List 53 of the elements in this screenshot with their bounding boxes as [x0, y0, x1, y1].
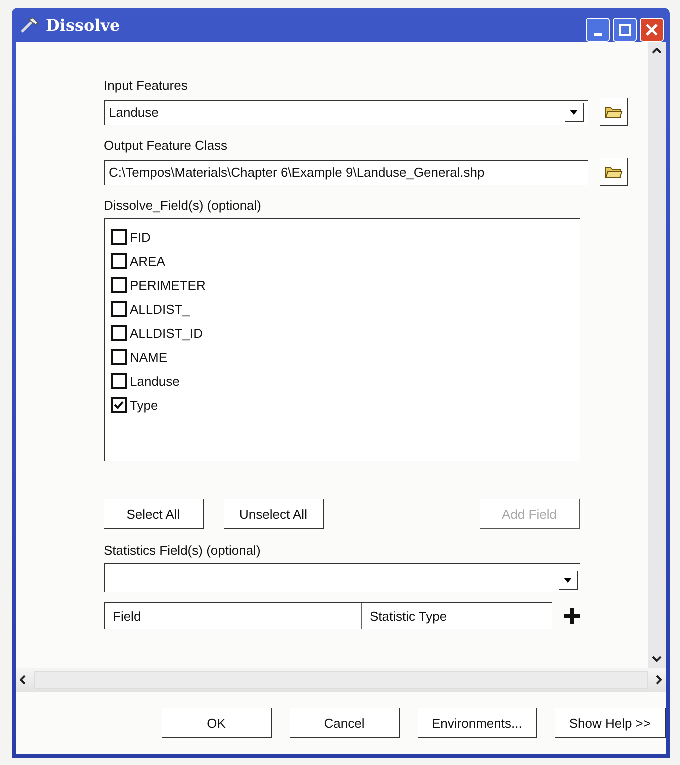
statistics-dropdown[interactable] — [104, 563, 580, 592]
maximize-icon — [619, 24, 631, 36]
unselect-all-button[interactable]: Unselect All — [224, 499, 324, 529]
checkbox[interactable] — [111, 373, 127, 389]
scrollbar-track[interactable] — [34, 671, 648, 689]
checkbox[interactable] — [111, 253, 127, 269]
show-help-button[interactable]: Show Help >> — [555, 708, 666, 738]
caret-icon — [570, 110, 578, 114]
field-name: ALLDIST_ID — [130, 326, 203, 340]
checkbox[interactable] — [111, 349, 127, 365]
checkbox[interactable] — [111, 277, 127, 293]
field-name: NAME — [130, 350, 168, 364]
checkmark-icon — [114, 400, 124, 410]
scroll-down-icon — [652, 656, 662, 662]
column-header: Field — [105, 603, 362, 629]
field-name: AREA — [130, 254, 166, 268]
plus-icon — [564, 608, 580, 624]
scroll-right-icon — [656, 675, 662, 685]
folder-icon — [604, 164, 622, 178]
caret-icon — [564, 578, 572, 582]
field-name: PERIMETER — [130, 278, 206, 292]
input-features-field[interactable]: Landuse — [104, 100, 588, 124]
field-name: Landuse — [130, 374, 180, 388]
checkbox[interactable] — [111, 397, 127, 413]
checkbox[interactable] — [111, 301, 127, 317]
scroll-left-icon — [20, 675, 26, 685]
column-header: Statistic Type — [369, 608, 448, 626]
field-label: Output Feature Class — [104, 138, 229, 153]
scroll-up-icon — [652, 48, 662, 54]
environments-button[interactable]: Environments... — [418, 708, 538, 738]
field-name: FID — [130, 230, 151, 244]
minimize-button[interactable] — [586, 18, 610, 42]
window-title: Dissolve — [46, 16, 122, 34]
field-label: Dissolve_Field(s) (optional) — [104, 198, 262, 213]
browse-button[interactable] — [600, 158, 628, 186]
select-all-button[interactable]: Select All — [104, 499, 204, 529]
folder-icon — [604, 104, 622, 118]
hammer-icon — [20, 17, 40, 33]
close-button[interactable] — [640, 18, 664, 42]
checkbox[interactable] — [111, 229, 127, 245]
dropdown-button[interactable] — [565, 103, 584, 122]
field-name: ALLDIST_ — [130, 302, 190, 316]
output-path-field[interactable]: C:\Tempos\Materials\Chapter 6\Example 9\Landuse_General.shp — [104, 160, 588, 184]
field-label: Input Features — [104, 78, 189, 93]
maximize-button[interactable] — [613, 18, 637, 42]
checkbox[interactable] — [111, 325, 127, 341]
minimize-icon — [594, 32, 602, 36]
field-label: Statistics Field(s) (optional) — [104, 543, 262, 558]
ok-button[interactable]: OK — [162, 708, 272, 738]
browse-button[interactable] — [600, 98, 628, 126]
cancel-button[interactable]: Cancel — [290, 708, 400, 738]
field-name: Type — [130, 398, 158, 412]
close-icon — [646, 24, 658, 36]
